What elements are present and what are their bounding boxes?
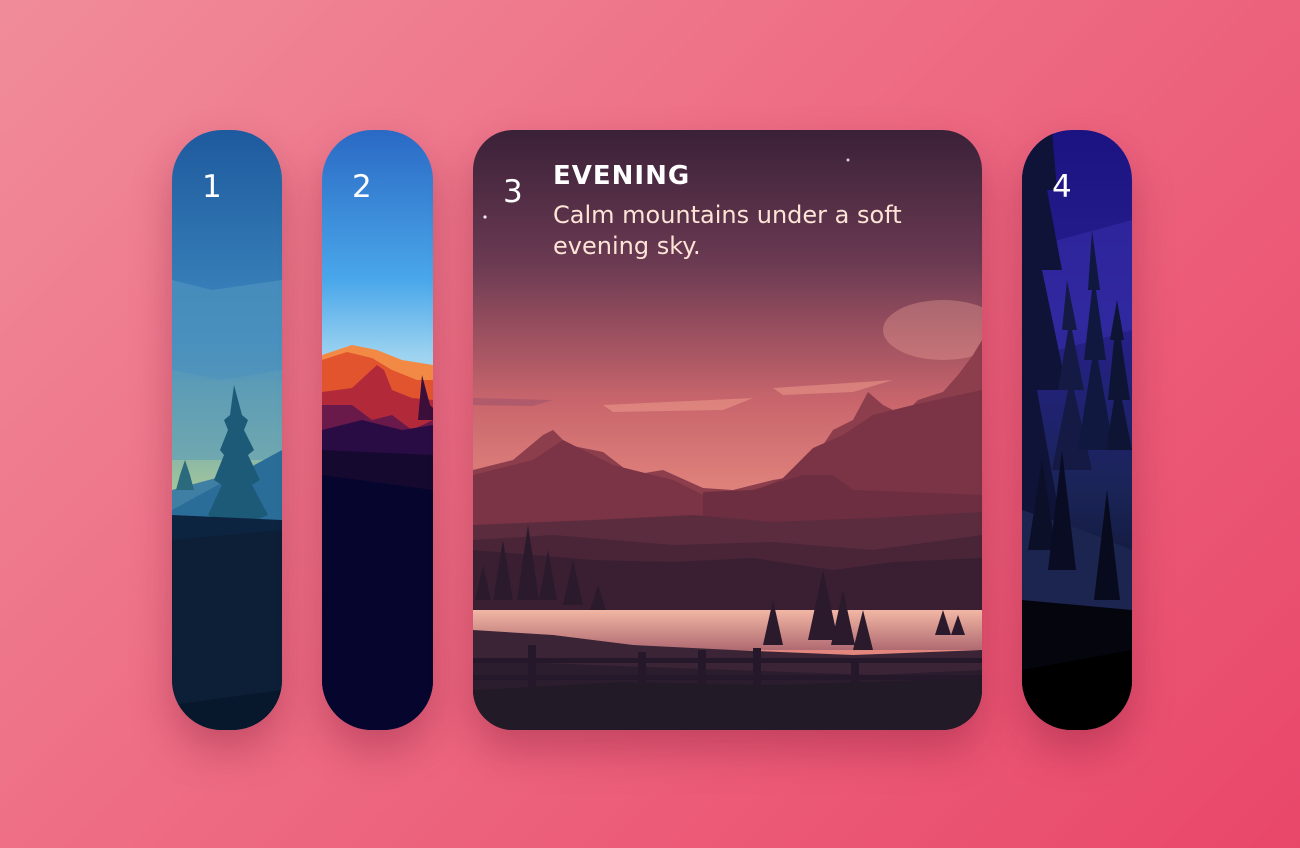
panel-3-number: 3: [503, 174, 523, 210]
panel-2[interactable]: 2: [322, 130, 433, 730]
panel-3-info: EVENING Calm mountains under a soft even…: [553, 161, 952, 263]
panel-1[interactable]: 1: [172, 130, 282, 730]
panel-2-landscape-image: [322, 130, 433, 730]
panel-2-number: 2: [352, 169, 372, 205]
panel-4-landscape-image: [1022, 130, 1132, 730]
panel-3-expanded[interactable]: 3 EVENING Calm mountains under a soft ev…: [473, 130, 982, 730]
panel-1-number: 1: [202, 169, 222, 205]
panel-description: Calm mountains under a soft evening sky.: [553, 201, 902, 261]
panel-title: EVENING: [553, 161, 691, 191]
panel-1-landscape-image: [172, 130, 282, 730]
panel-4[interactable]: 4: [1022, 130, 1132, 730]
panel-4-number: 4: [1052, 169, 1072, 205]
